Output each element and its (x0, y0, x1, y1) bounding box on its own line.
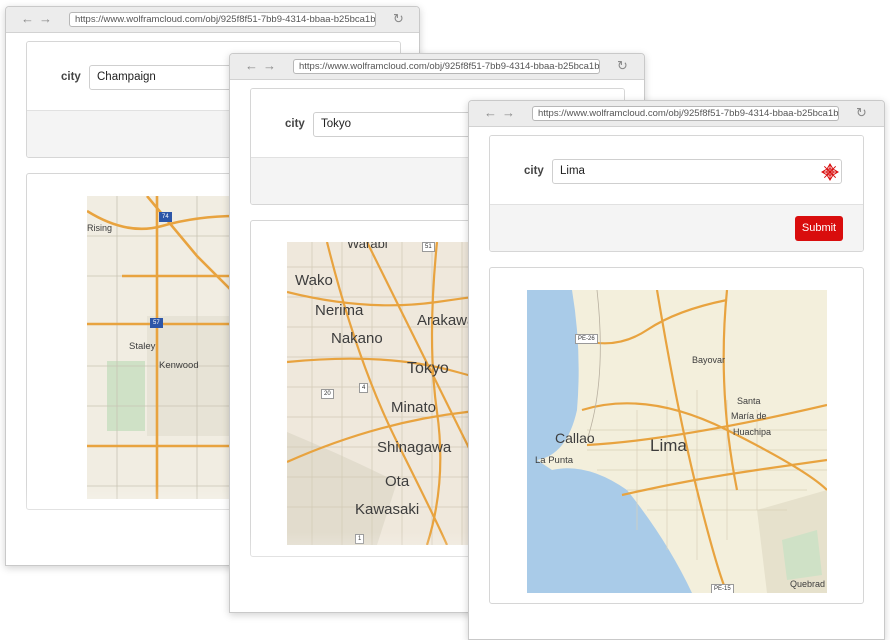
route-shield: 51 (422, 242, 435, 252)
route-shield: PE-26 (575, 334, 598, 344)
back-arrow-icon[interactable]: ← (484, 105, 497, 121)
submit-button[interactable]: Submit (795, 216, 843, 241)
map-label-callao: Callao (555, 430, 595, 446)
map-label-huachipa: Huachipa (733, 427, 772, 437)
map-label-kawasaki: Kawasaki (355, 501, 420, 518)
browser-toolbar: ← → https://www.wolframcloud.com/obj/925… (230, 54, 644, 80)
map-label-rising: Rising (87, 223, 113, 233)
reload-icon[interactable]: ↻ (393, 11, 404, 27)
city-input[interactable]: Lima (552, 159, 842, 184)
map-label-la-punta: La Punta (535, 455, 574, 466)
back-arrow-icon[interactable]: ← (21, 11, 34, 27)
browser-window-lima: ← → https://www.wolframcloud.com/obj/925… (468, 100, 885, 640)
map-label-maria-de: María de (731, 411, 767, 421)
map-label-wako: Wako (295, 272, 333, 289)
browser-toolbar: ← → https://www.wolframcloud.com/obj/925… (469, 101, 884, 127)
wolfram-spikey-icon[interactable] (821, 163, 839, 181)
map-label-kenwood: Kenwood (159, 360, 199, 371)
address-bar[interactable]: https://www.wolframcloud.com/obj/925f8f5… (293, 59, 600, 74)
address-bar[interactable]: https://www.wolframcloud.com/obj/925f8f5… (69, 12, 376, 27)
map-label-bayovar: Bayovar (692, 355, 726, 365)
map-label-shinagawa: Shinagawa (377, 439, 452, 456)
forward-arrow-icon[interactable]: → (263, 58, 276, 74)
reload-icon[interactable]: ↻ (856, 105, 867, 121)
map-label-warabi: Warabi (347, 242, 388, 251)
map-label-tokyo: Tokyo (407, 360, 449, 377)
map-label-nerima: Nerima (315, 302, 364, 319)
city-label: city (524, 165, 544, 177)
forward-arrow-icon[interactable]: → (502, 105, 515, 121)
map-image-lima: Callao Lima La Punta Bayovar Santa María… (527, 290, 827, 593)
map-label-quebrad: Quebrad (790, 579, 826, 589)
city-label: city (285, 118, 305, 130)
browser-toolbar: ← → https://www.wolframcloud.com/obj/925… (6, 7, 419, 33)
forward-arrow-icon[interactable]: → (39, 11, 52, 27)
map-label-minato: Minato (391, 399, 437, 416)
route-shield: 20 (321, 389, 334, 399)
map-label-arakawa: Arakawa (417, 312, 476, 329)
back-arrow-icon[interactable]: ← (245, 58, 258, 74)
city-label: city (61, 71, 81, 83)
map-panel: Callao Lima La Punta Bayovar Santa María… (489, 267, 864, 604)
route-shield: 74 (159, 212, 172, 222)
route-shield: PE-15 (711, 584, 734, 593)
map-label-lima: Lima (650, 436, 687, 455)
reload-icon[interactable]: ↻ (617, 58, 628, 74)
map-label-ota: Ota (385, 473, 410, 490)
map-label-nakano: Nakano (331, 330, 383, 347)
form-footer: Submit (490, 204, 863, 251)
form-panel: city Lima Submit (489, 135, 864, 252)
address-bar[interactable]: https://www.wolframcloud.com/obj/925f8f5… (532, 106, 839, 121)
route-shield: 4 (359, 383, 369, 393)
map-label-staley: Staley (129, 341, 156, 352)
map-label-santa: Santa (737, 396, 761, 406)
route-shield: 1 (355, 534, 365, 544)
route-shield: 57 (150, 318, 163, 328)
